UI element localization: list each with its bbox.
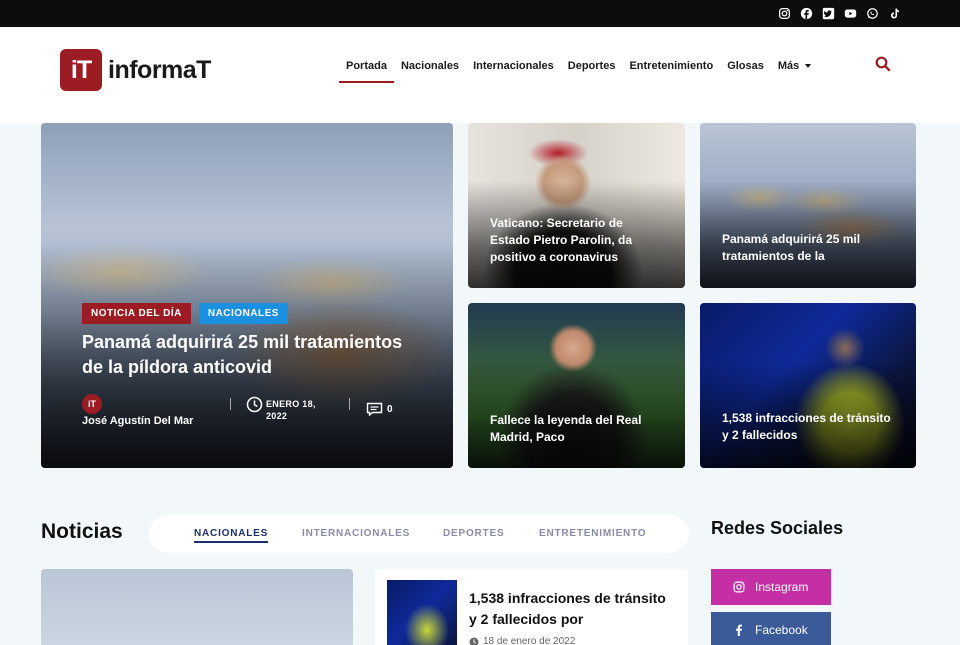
instagram-label: Instagram bbox=[755, 580, 809, 594]
facebook-label: Facebook bbox=[755, 623, 808, 637]
chevron-down-icon bbox=[805, 64, 812, 69]
hero-title[interactable]: Panamá adquirirá 25 mil tratamientos de … bbox=[82, 330, 422, 380]
meta-divider bbox=[349, 398, 350, 410]
hero-date: ENERO 18, 2022 bbox=[266, 399, 316, 421]
clock-icon bbox=[469, 637, 479, 645]
section-title-noticias: Noticias bbox=[41, 520, 123, 543]
hero-article[interactable]: NOTICIA DEL DÍA NACIONALES Panamá adquir… bbox=[41, 123, 453, 468]
article-title[interactable]: 1,538 infracciones de tránsito y 2 falle… bbox=[722, 410, 897, 444]
article-title[interactable]: Panamá adquirirá 25 mil tratamientos de … bbox=[722, 231, 897, 265]
article-card[interactable]: Vaticano: Secretario de Estado Pietro Pa… bbox=[468, 123, 685, 288]
tab-entretenimiento[interactable]: ENTRETENIMIENTO bbox=[539, 528, 646, 539]
instagram-icon[interactable] bbox=[777, 6, 792, 21]
news-thumbnail[interactable] bbox=[387, 580, 457, 645]
nav-item-nacionales[interactable]: Nacionales bbox=[394, 57, 466, 83]
article-card[interactable]: Fallece la leyenda del Real Madrid, Paco bbox=[468, 303, 685, 468]
article-card[interactable]: 1,538 infracciones de tránsito y 2 falle… bbox=[700, 303, 916, 468]
tab-nacionales[interactable]: NACIONALES bbox=[194, 528, 269, 543]
news-date-text: 18 de enero de 2022 bbox=[483, 636, 576, 645]
list-item[interactable]: 1,538 infracciones de tránsito y 2 falle… bbox=[375, 569, 688, 645]
tab-deportes[interactable]: DEPORTES bbox=[443, 528, 504, 539]
facebook-icon[interactable] bbox=[799, 6, 814, 21]
logo-text: informaT bbox=[108, 55, 211, 84]
news-featured-image[interactable] bbox=[41, 569, 353, 645]
search-icon[interactable] bbox=[874, 55, 892, 73]
instagram-button[interactable]: Instagram bbox=[711, 569, 831, 605]
article-title[interactable]: Fallece la leyenda del Real Madrid, Paco bbox=[490, 412, 665, 446]
main-nav: Portada Nacionales Internacionales Depor… bbox=[339, 57, 818, 83]
sidebar-title: Redes Sociales bbox=[711, 518, 844, 538]
badge-noticia-del-dia[interactable]: NOTICIA DEL DÍA bbox=[82, 303, 191, 324]
nav-item-mas-label: Más bbox=[777, 60, 800, 72]
site-header: iT informaT Portada Nacionales Internaci… bbox=[0, 27, 960, 123]
article-card[interactable]: Panamá adquirirá 25 mil tratamientos de … bbox=[700, 123, 916, 288]
news-date: 18 de enero de 2022 bbox=[469, 636, 575, 645]
nav-item-glosas[interactable]: Glosas bbox=[720, 57, 771, 83]
tab-internacionales[interactable]: INTERNACIONALES bbox=[302, 528, 410, 539]
facebook-button[interactable]: Facebook bbox=[711, 612, 831, 645]
nav-item-deportes[interactable]: Deportes bbox=[561, 57, 623, 83]
instagram-icon bbox=[733, 581, 745, 593]
top-bar bbox=[0, 0, 960, 27]
tiktok-icon[interactable] bbox=[887, 6, 902, 21]
news-title[interactable]: 1,538 infracciones de tránsito y 2 falle… bbox=[469, 588, 669, 630]
facebook-icon bbox=[736, 624, 742, 636]
comment-icon[interactable] bbox=[366, 402, 383, 416]
logo-mark: iT bbox=[60, 49, 102, 91]
top-social-links bbox=[777, 6, 902, 21]
article-title[interactable]: Vaticano: Secretario de Estado Pietro Pa… bbox=[490, 215, 665, 266]
twitter-icon[interactable] bbox=[821, 6, 836, 21]
youtube-icon[interactable] bbox=[843, 6, 858, 21]
comment-count[interactable]: 0 bbox=[387, 404, 393, 415]
nav-item-internacionales[interactable]: Internacionales bbox=[466, 57, 561, 83]
news-tabs: NACIONALES INTERNACIONALES DEPORTES ENTR… bbox=[149, 515, 689, 553]
whatsapp-icon[interactable] bbox=[865, 6, 880, 21]
site-logo[interactable]: iT informaT bbox=[60, 49, 211, 91]
hero-badges: NOTICIA DEL DÍA NACIONALES bbox=[82, 303, 288, 324]
nav-item-entretenimiento[interactable]: Entretenimiento bbox=[622, 57, 720, 83]
nav-item-portada[interactable]: Portada bbox=[339, 57, 394, 83]
avatar[interactable]: iT bbox=[82, 394, 102, 414]
badge-nacionales[interactable]: NACIONALES bbox=[198, 303, 288, 324]
clock-icon bbox=[246, 396, 263, 413]
nav-item-mas[interactable]: Más bbox=[771, 57, 818, 83]
meta-divider bbox=[230, 398, 231, 410]
author-name[interactable]: José Agustín Del Mar bbox=[82, 415, 193, 427]
